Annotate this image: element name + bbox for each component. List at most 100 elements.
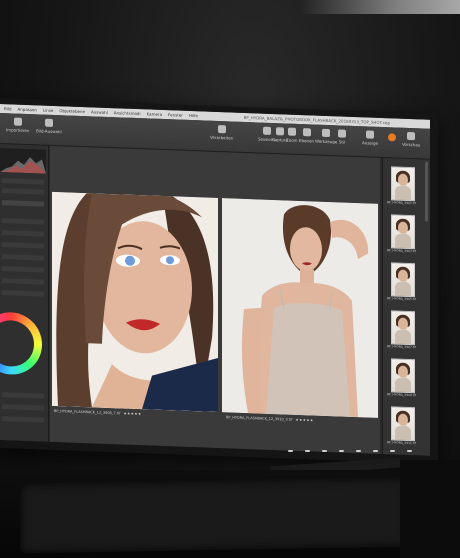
menu-item[interactable]: Bild [4,106,12,111]
panel-row[interactable] [2,230,44,237]
process-button[interactable]: Verarbeiten [210,124,233,141]
thumbnail-label: BP_HYDRA_3905.tif [387,296,416,302]
tool-icon [365,130,374,139]
thumbnail-label: BP_HYDRA_3903.tif [387,248,416,254]
menu-item[interactable]: Auswahl [91,109,108,115]
thumb-face [398,317,408,330]
image-caption-right: BP_HYDRA_FLASHBACK_12_3910_3.tif ★★★★★ [226,414,314,423]
toolbar-tool-label: Vorschau [402,141,421,148]
panel-row[interactable] [2,254,44,261]
toolbar-tool-label: Stil [338,139,346,145]
portrait-standing-graphic [222,198,378,418]
viewer-image-left[interactable] [52,191,218,412]
grid-icon [44,118,53,127]
toolbar-tool-label: Werkzeuge [315,138,338,145]
thumb-face [398,365,408,378]
panel-row[interactable] [2,392,44,399]
panel-row[interactable] [2,178,44,185]
menu-item[interactable]: Hilfe [189,113,198,118]
left-tool-panel [0,144,49,442]
image-filename: BP_HYDRA_FLASHBACK_12_3908_7.tif [54,408,121,416]
menu-item[interactable]: Linse [43,108,53,113]
toolbar-tool-label: Zoom [286,137,298,143]
thumb-body [395,329,411,345]
keyboard [20,476,410,554]
tool-icon [262,126,271,135]
process-icon [217,124,226,134]
menu-item[interactable]: Anpassen [18,107,37,113]
image-filename: BP_HYDRA_FLASHBACK_12_3910_3.tif [226,415,293,422]
toolbar-tool-label: Anzeige [362,140,378,146]
thumbnail-label: BP_HYDRA_3911.tif [387,440,416,446]
toolbar-tool[interactable]: Vorschau [402,131,421,148]
import-icon [13,117,22,126]
filmstrip-panel: BP_HYDRA_3901.tif BP_HYDRA_3903.tif BP_H… [382,158,430,456]
panel-row[interactable] [2,242,44,249]
toolbar-tool[interactable]: Anzeige [362,130,378,146]
wall-light [300,0,460,14]
tool-icon [287,127,296,136]
monitor-button-light[interactable] [356,450,361,452]
filmstrip-thumbnail[interactable] [391,358,415,394]
monitor-button-light[interactable] [407,450,412,452]
thumbnail-label: BP_HYDRA_3907.tif [387,344,416,350]
thumb-face [398,221,408,234]
tool-icon [275,127,284,136]
tool-icon [407,131,416,141]
toolbar-tool-label: Ebenen [299,137,315,144]
panel-row[interactable] [2,290,44,297]
tool-icon [302,128,311,137]
viewer-image-right[interactable] [222,198,378,418]
portrait-closeup-graphic [52,191,218,412]
panel-row[interactable] [2,404,44,411]
monitor-button-light[interactable] [322,450,327,452]
filmstrip-thumbnail[interactable] [391,262,415,298]
menu-item[interactable]: Objektebene [59,108,85,114]
rating-stars[interactable]: ★★★★★ [123,412,141,417]
filmstrip-scrollbar[interactable] [425,161,428,222]
filmstrip-thumbnail[interactable] [391,310,415,346]
menu-item[interactable]: Kamera [147,111,162,117]
thumbnail-label: BP_HYDRA_3909.tif [387,392,416,398]
panel-row[interactable] [2,218,44,225]
histogram [0,148,46,174]
monitor: Bild Anpassen Linse Objektebene Auswahl … [0,98,438,465]
image-viewer: BP_HYDRA_FLASHBACK_12_3908_7.tif ★★★★★ B… [50,145,380,454]
filmstrip-thumbnail[interactable] [391,406,415,442]
toolbar-tool[interactable]: Ebenen [299,128,314,144]
rating-stars[interactable]: ★★★★★ [295,418,313,423]
monitor-button-light[interactable] [373,450,378,452]
panel-row[interactable] [2,416,44,423]
thumb-body [395,377,411,393]
panel-row[interactable] [2,188,44,195]
thumb-body [395,425,411,441]
cable-shadow [400,460,460,558]
filmstrip-thumbnail[interactable] [391,166,415,202]
monitor-button-light[interactable] [390,450,395,452]
thumbnail-label: BP_HYDRA_3901.tif [387,200,416,206]
import-button[interactable]: Importieren [6,117,29,133]
monitor-button-light[interactable] [305,450,310,452]
thumb-face [398,413,408,426]
toolbar-tool[interactable]: Zoom [286,127,298,143]
panel-row[interactable] [2,278,44,285]
monitor-button-light[interactable] [288,450,293,452]
toolbar-tool[interactable]: Stil [338,129,346,145]
menu-item[interactable]: Fenster [168,112,183,118]
thumb-body [395,185,411,201]
image-select-button[interactable]: Bild-Auswahl [36,118,62,134]
import-label: Importieren [6,127,30,134]
toolbar-tool[interactable]: Werkzeuge [315,128,338,145]
thumb-face [398,173,408,186]
status-dot-icon [388,133,396,142]
thumb-body [395,233,411,249]
monitor-button-light[interactable] [339,450,344,452]
filmstrip-thumbnail[interactable] [391,214,415,250]
image-select-label: Bild-Auswahl [36,128,62,135]
panel-row[interactable] [2,266,44,273]
panel-row[interactable] [2,200,44,207]
image-caption-left: BP_HYDRA_FLASHBACK_12_3908_7.tif ★★★★★ [54,408,142,417]
menu-item[interactable]: Ansichtsmodi [114,110,141,116]
monitor-screen: Bild Anpassen Linse Objektebene Auswahl … [0,104,430,456]
thumb-body [395,281,411,297]
